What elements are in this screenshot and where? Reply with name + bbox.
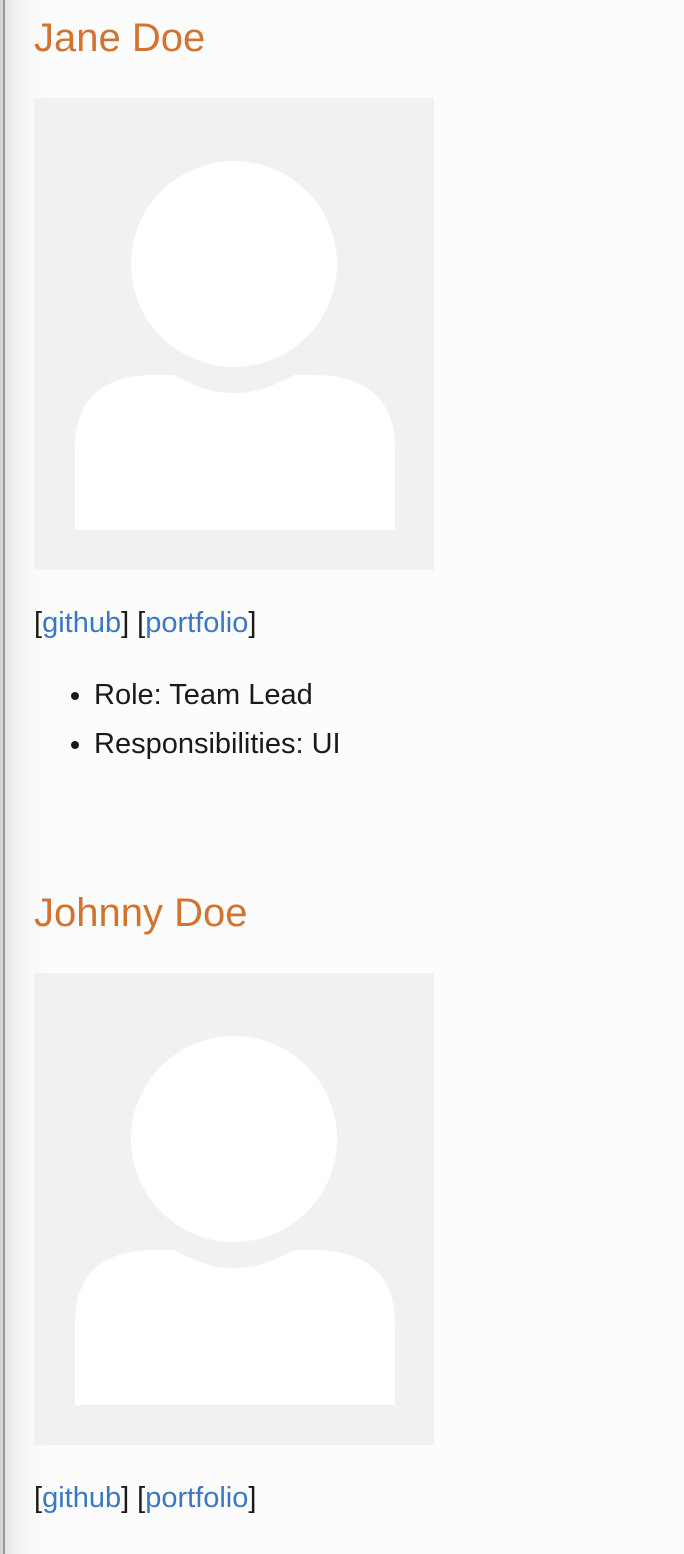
page: Jane Doe [github][portfolio] Role: Team … — [0, 0, 684, 1554]
member-links: [github] [portfolio] — [34, 607, 257, 639]
github-link[interactable]: github — [42, 607, 121, 639]
member-details-list: Role: Team Lead Responsibilities: UI — [34, 671, 654, 769]
team-section: Jane Doe [github][portfolio] Role: Team … — [34, 0, 654, 1518]
team-member-card: Johnny Doe [github] [portfolio] — [34, 875, 654, 1518]
avatar-placeholder-icon — [75, 161, 395, 530]
avatar — [34, 973, 434, 1445]
avatar-placeholder-icon — [75, 1036, 395, 1405]
member-name: Jane Doe — [34, 16, 206, 60]
avatar — [34, 98, 434, 570]
detail-responsibilities: Responsibilities: UI — [94, 720, 654, 769]
detail-role: Role: Team Lead — [94, 671, 654, 720]
github-link[interactable]: github — [42, 1482, 121, 1514]
adjacent-window-edge — [3, 0, 5, 1554]
portfolio-link[interactable]: portfolio — [145, 607, 248, 639]
team-member-card: Jane Doe [github][portfolio] Role: Team … — [34, 0, 654, 769]
portfolio-link[interactable]: portfolio — [145, 1482, 248, 1514]
member-links: [github] [portfolio] — [34, 1482, 257, 1514]
member-name: Johnny Doe — [34, 891, 248, 935]
